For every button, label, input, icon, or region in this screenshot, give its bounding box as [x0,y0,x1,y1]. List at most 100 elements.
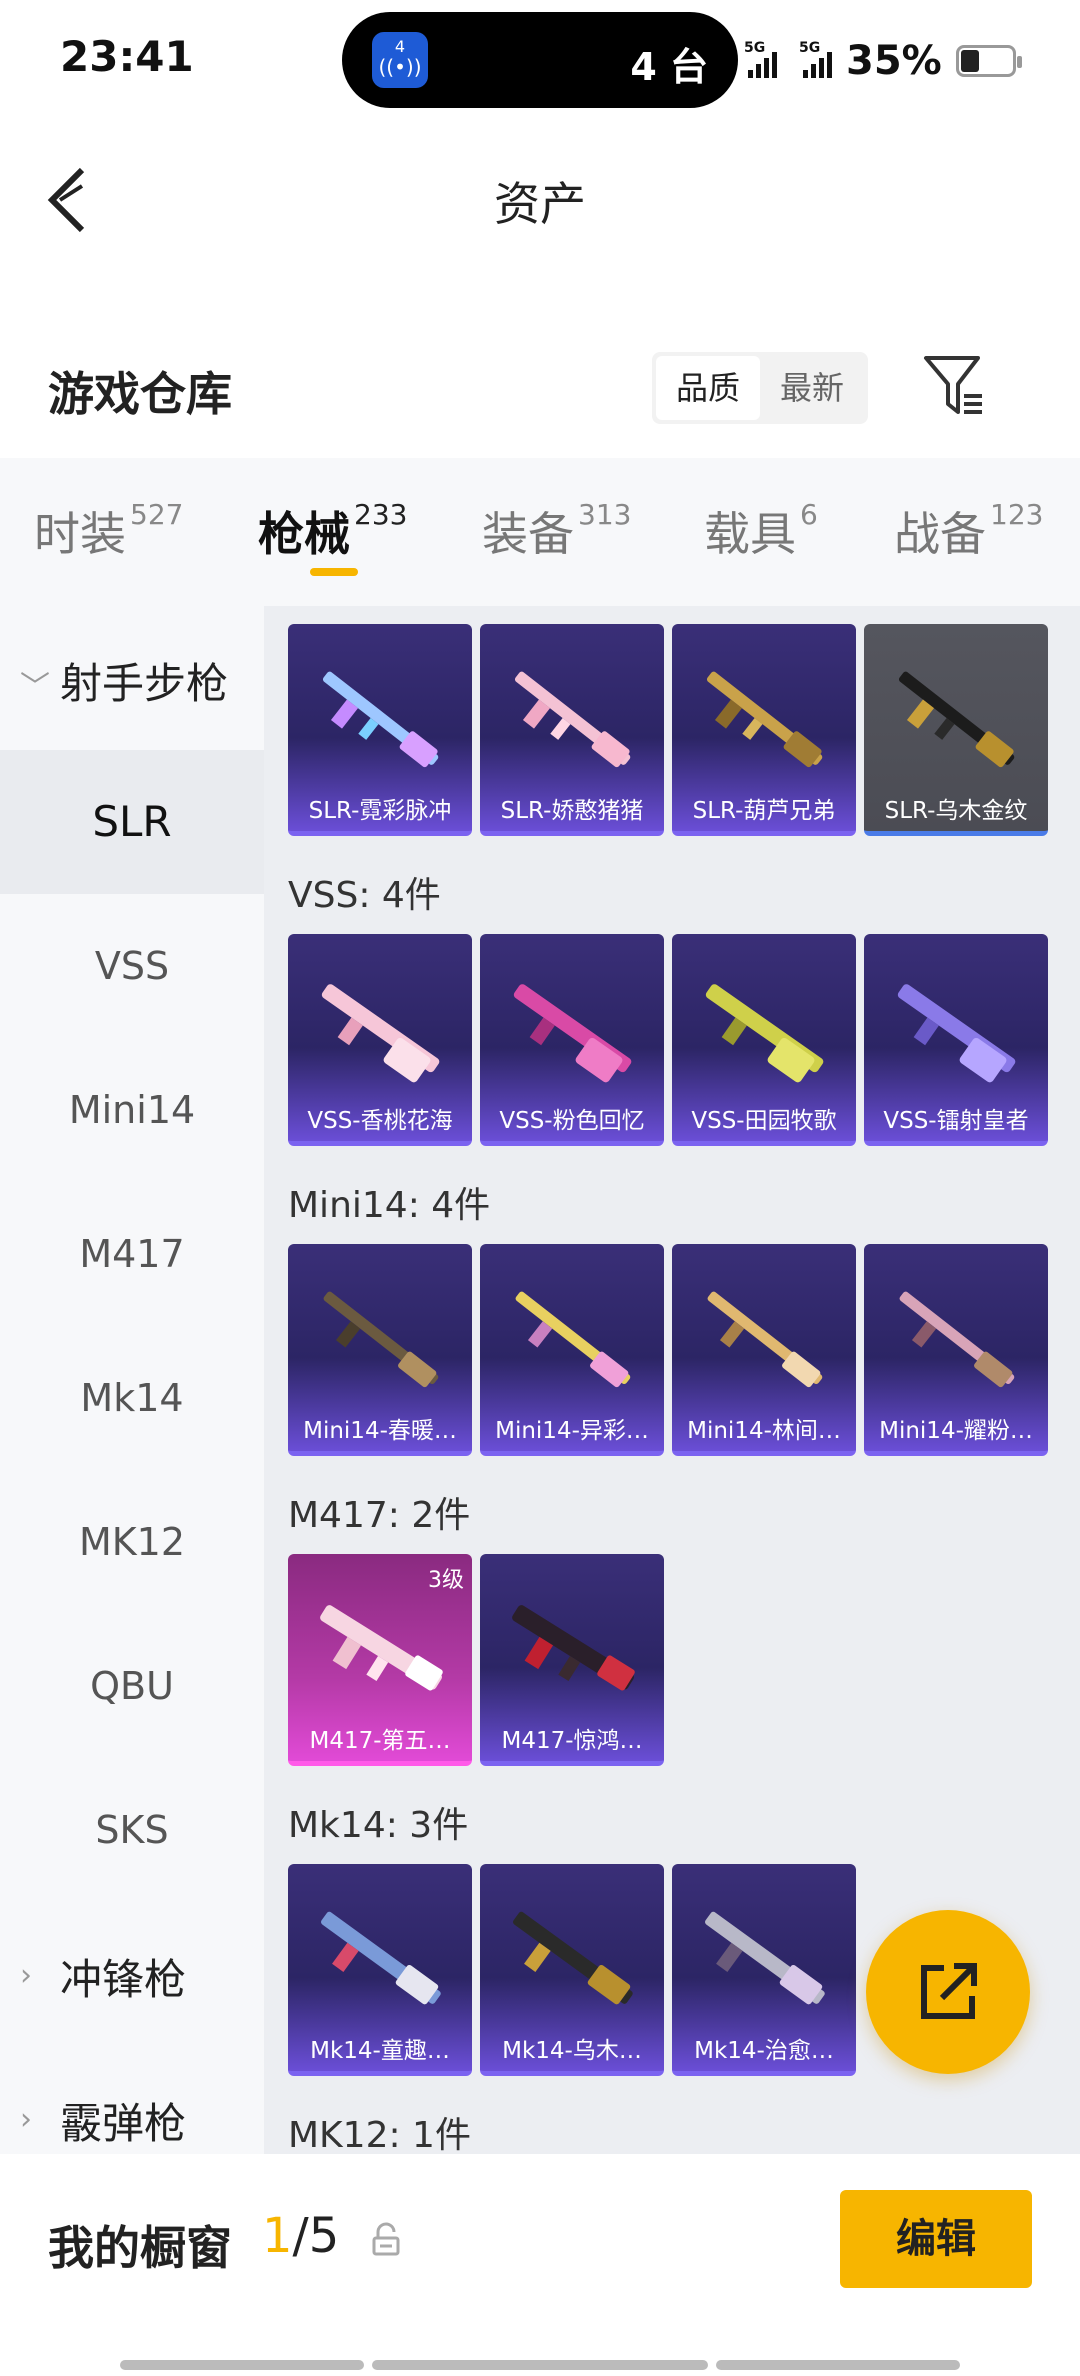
item-card[interactable]: Mini14-异彩… [480,1244,664,1456]
signal-label: 5G [799,40,821,56]
item-card[interactable]: VSS-田园牧歌 [672,934,856,1146]
sidebar-item-sks[interactable]: SKS [0,1758,264,1902]
item-card[interactable]: VSS-镭射皇者 [864,934,1048,1146]
sidebar-item-qbu[interactable]: QBU [0,1614,264,1758]
chevron-down-icon: ﹀ [20,670,50,705]
rifle-icon [897,984,1016,1083]
item-card[interactable]: SLR-娇憨猪猪 [480,624,664,836]
tab-label: 枪械 [258,507,350,561]
item-card[interactable]: Mini14-林间… [672,1244,856,1456]
item-card[interactable]: VSS-粉色回忆 [480,934,664,1146]
sort-option-quality[interactable]: 品质 [656,356,760,420]
home-indicator [120,2360,364,2370]
item-card-label: M417-第五… [309,1728,451,1754]
item-card-label: VSS-粉色回忆 [499,1108,645,1134]
tab-label: 战备 [894,507,986,561]
showcase-bar: 我的橱窗 1/5 编辑 [0,2154,1080,2376]
group-label: VSS: 4件 [288,875,441,916]
rifle-icon [705,984,824,1083]
tab-label: 装备 [482,507,574,561]
sidebar-item-mk12[interactable]: MK12 [0,1470,264,1614]
item-card[interactable]: Mini14-春暖… [288,1244,472,1456]
item-card[interactable]: SLR-霓彩脉冲 [288,624,472,836]
status-time: 23:41 [60,32,194,81]
item-card-label: Mk14-治愈… [694,2038,834,2064]
sidebar-item-vss[interactable]: VSS [0,894,264,1038]
edit-button[interactable]: 编辑 [840,2190,1032,2288]
item-card[interactable]: Mk14-乌木… [480,1864,664,2076]
chevron-right-icon: › [20,2102,32,2137]
rifle-icon [898,671,1015,768]
rifle-icon [707,1291,823,1388]
sidebar: ﹀ 射手步枪 SLR VSS Mini14 M417 Mk14 MK12 QBU… [0,606,264,2154]
island-app-badge: 4 [394,37,406,56]
battery-icon [955,45,1022,77]
rifle-icon [705,1911,825,2005]
tab-fashion[interactable]: 时装 527 [34,498,183,564]
rifle-icon [321,984,440,1083]
rifle-icon [514,671,631,768]
sidebar-item-mini14[interactable]: Mini14 [0,1038,264,1182]
item-card-label: VSS-香桃花海 [307,1108,453,1134]
warehouse-title: 游戏仓库 [48,367,232,421]
item-card[interactable]: SLR-乌木金纹 [864,624,1048,836]
showcase-total: /5 [292,2208,340,2264]
sidebar-group-smg[interactable]: › 冲锋枪 [0,1902,264,2046]
active-tab-indicator [310,568,358,576]
sidebar-item-mk14[interactable]: Mk14 [0,1326,264,1470]
item-card[interactable]: Mk14-童趣… [288,1864,472,2076]
sort-option-latest[interactable]: 最新 [760,356,864,420]
sidebar-group-shotguns[interactable]: › 霰弹枪 [0,2046,264,2154]
rifle-icon [706,671,823,768]
sidebar-item-slr[interactable]: SLR [0,750,264,894]
tab-vehicles[interactable]: 载具 6 [704,498,818,564]
item-card-label: SLR-娇憨猪猪 [500,798,644,824]
item-card-label: Mini14-异彩… [495,1418,649,1444]
rifle-icon [321,1911,441,2005]
share-external-icon [921,1963,977,2019]
tab-count: 123 [990,498,1044,531]
rifle-icon [323,1291,439,1388]
item-card-label: Mini14-林间… [687,1418,841,1444]
tab-label: 载具 [704,507,796,561]
group-label: Mini14: 4件 [288,1185,491,1226]
item-card-label: VSS-镭射皇者 [883,1108,1029,1134]
chevron-right-icon: › [20,1958,32,1993]
showcase-label: 我的橱窗 [48,2221,232,2275]
item-card-label: VSS-田园牧歌 [691,1108,837,1134]
item-card[interactable]: Mini14-耀粉… [864,1244,1048,1456]
item-card[interactable]: M417-惊鸿… [480,1554,664,1766]
sidebar-item-m417[interactable]: M417 [0,1182,264,1326]
sidebar-group-label: 霰弹枪 [60,2099,187,2148]
item-card-label: M417-惊鸿… [501,1728,643,1754]
page-title: 资产 [494,177,586,231]
rifle-icon [899,1291,1015,1388]
showcase-count: 1/5 [262,2208,339,2264]
item-card[interactable]: 3级 M417-第五… [288,1554,472,1766]
battery-fill [960,50,979,72]
home-indicator [372,2360,708,2370]
tab-firearms[interactable]: 枪械 233 [258,498,407,564]
battery-percent: 35% [846,38,942,84]
item-card[interactable]: Mk14-治愈… [672,1864,856,2076]
group-label: M417: 2件 [288,1495,471,1536]
dynamic-island[interactable]: 4 ((•)) 4 台 [342,12,738,108]
tab-equipment[interactable]: 装备 313 [482,498,631,564]
tab-count: 527 [130,498,184,531]
broadcast-icon: ((•)) [378,55,422,79]
tab-count: 233 [354,498,408,531]
rifle-icon [513,984,632,1083]
item-card-label: SLR-乌木金纹 [884,798,1028,824]
item-card-label: Mini14-春暖… [303,1418,457,1444]
item-card[interactable]: VSS-香桃花海 [288,934,472,1146]
filter-icon [924,356,982,414]
filter-button[interactable] [920,350,990,420]
tab-combat-supplies[interactable]: 战备 123 [894,498,1043,564]
item-card[interactable]: SLR-葫芦兄弟 [672,624,856,836]
item-card-label: Mk14-乌木… [502,2038,642,2064]
sidebar-group-marksman-rifles[interactable]: ﹀ 射手步枪 [0,606,264,750]
showcase-current: 1 [262,2208,293,2264]
rifle-icon [512,1605,635,1691]
sidebar-group-label: 射手步枪 [60,659,229,708]
share-button[interactable] [866,1910,1030,2074]
